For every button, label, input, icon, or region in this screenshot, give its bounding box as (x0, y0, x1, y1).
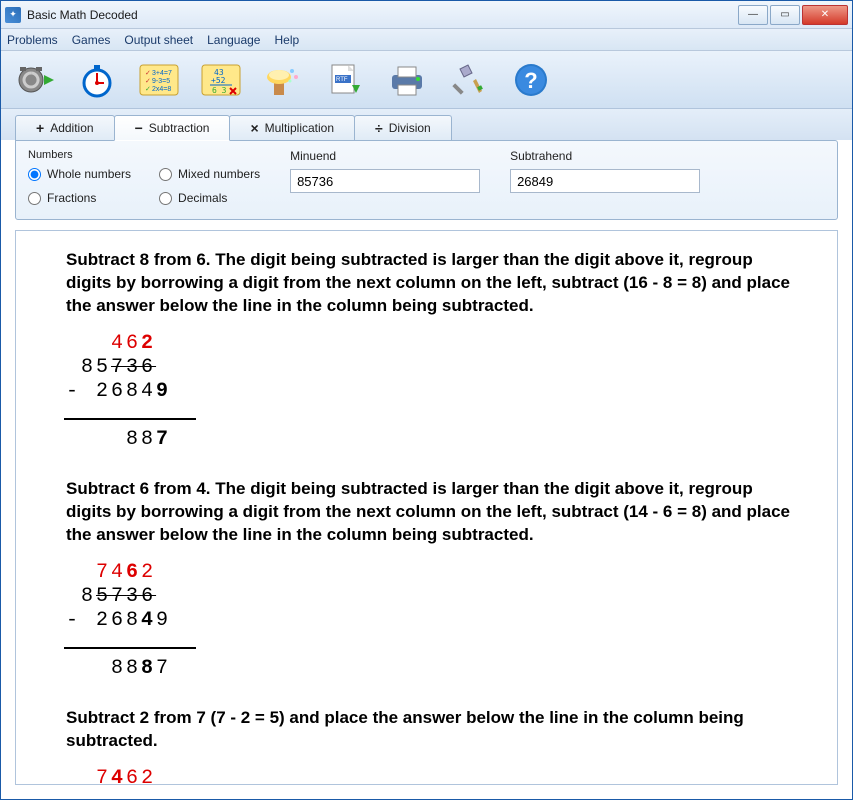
print-button[interactable] (383, 56, 431, 104)
svg-text:6 3: 6 3 (212, 86, 227, 95)
close-button[interactable]: ✕ (802, 5, 848, 25)
menu-problems[interactable]: Problems (7, 33, 58, 47)
app-icon: ✦ (5, 7, 21, 23)
column-math-button[interactable]: 43+526 3 (197, 56, 245, 104)
svg-text:3+4=7: 3+4=7 (152, 70, 172, 77)
svg-text:✓: ✓ (145, 86, 151, 93)
menu-games[interactable]: Games (72, 33, 111, 47)
menu-language[interactable]: Language (207, 33, 260, 47)
tab-addition[interactable]: +Addition (15, 115, 115, 140)
svg-text:RTF: RTF (336, 77, 348, 83)
svg-text:?: ? (524, 68, 537, 93)
run-button[interactable] (11, 56, 59, 104)
radio-decimals[interactable]: Decimals (159, 191, 260, 205)
minuend-input[interactable] (290, 169, 480, 193)
tab-subtraction[interactable]: −Subtraction (114, 115, 231, 141)
output-area[interactable]: Subtract 8 from 6. The digit being subtr… (15, 230, 838, 785)
svg-text:2x4=8: 2x4=8 (152, 86, 171, 93)
svg-text:✓: ✓ (145, 78, 151, 85)
menubar: Problems Games Output sheet Language Hel… (1, 29, 852, 51)
subtrahend-input[interactable] (510, 169, 700, 193)
svg-text:+52: +52 (211, 76, 226, 85)
number-type-group: Numbers Whole numbers Mixed numbers Frac… (28, 149, 260, 205)
solution-step: Subtract 2 from 7 (7 - 2 = 5) and place … (66, 707, 797, 785)
tab-multiplication[interactable]: ×Multiplication (229, 115, 355, 140)
subtrahend-field: Subtrahend (510, 149, 700, 205)
svg-text:✓: ✓ (145, 70, 151, 77)
radio-mixed-numbers[interactable]: Mixed numbers (159, 167, 260, 181)
menu-help[interactable]: Help (274, 33, 299, 47)
clear-button[interactable] (259, 56, 307, 104)
operation-tabs: +Addition −Subtraction ×Multiplication ÷… (1, 109, 852, 140)
options-panel: Numbers Whole numbers Mixed numbers Frac… (15, 140, 838, 220)
tab-division[interactable]: ÷Division (354, 115, 452, 140)
help-button[interactable]: ? (507, 56, 555, 104)
maximize-button[interactable]: ▭ (770, 5, 800, 25)
step-description: Subtract 8 from 6. The digit being subtr… (66, 249, 797, 318)
minuend-label: Minuend (290, 149, 480, 163)
titlebar: ✦ Basic Math Decoded — ▭ ✕ (1, 1, 852, 29)
export-rtf-button[interactable]: RTF (321, 56, 369, 104)
solution-step: Subtract 8 from 6. The digit being subtr… (66, 249, 797, 452)
svg-text:9-3=5: 9-3=5 (152, 78, 170, 85)
timer-button[interactable] (73, 56, 121, 104)
toolbar: ✓3+4=7✓9-3=5✓2x4=8 43+526 3 RTF ? (1, 51, 852, 109)
solution-step: Subtract 6 from 4. The digit being subtr… (66, 478, 797, 681)
subtrahend-label: Subtrahend (510, 149, 700, 163)
radio-fractions[interactable]: Fractions (28, 191, 131, 205)
equations-button[interactable]: ✓3+4=7✓9-3=5✓2x4=8 (135, 56, 183, 104)
minuend-field: Minuend (290, 149, 480, 205)
radio-whole-numbers[interactable]: Whole numbers (28, 167, 131, 181)
numbers-label: Numbers (28, 149, 260, 161)
settings-button[interactable] (445, 56, 493, 104)
window-title: Basic Math Decoded (27, 8, 738, 22)
step-description: Subtract 6 from 4. The digit being subtr… (66, 478, 797, 547)
step-description: Subtract 2 from 7 (7 - 2 = 5) and place … (66, 707, 797, 753)
minimize-button[interactable]: — (738, 5, 768, 25)
menu-output-sheet[interactable]: Output sheet (124, 33, 193, 47)
